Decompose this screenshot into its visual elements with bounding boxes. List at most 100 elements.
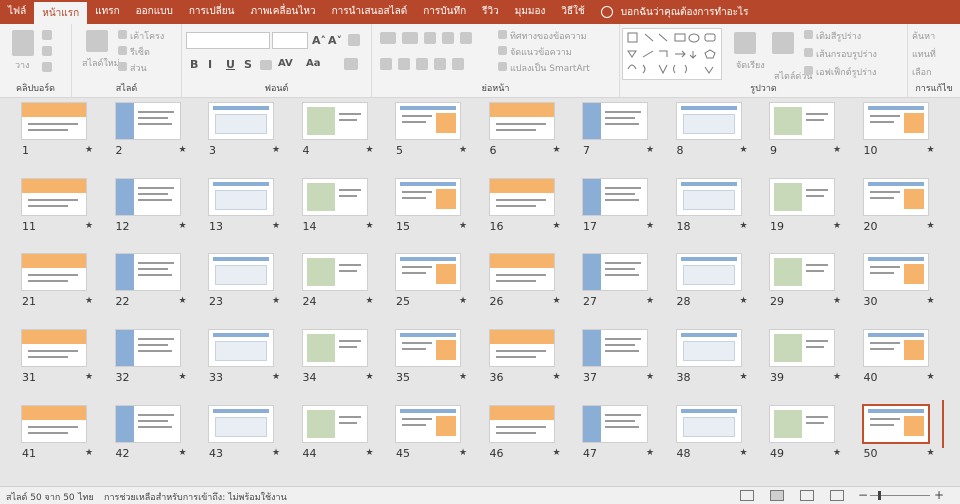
reading-view-icon[interactable] xyxy=(800,490,814,501)
slide-thumbnail[interactable] xyxy=(583,178,647,215)
transition-star-icon[interactable]: ★ xyxy=(927,221,935,231)
tab-6[interactable]: การนำเสนอสไลด์ xyxy=(324,0,416,24)
slide-thumbnail-cell[interactable]: 8 ★ xyxy=(665,97,753,167)
tab-4[interactable]: การเปลี่ยน xyxy=(181,0,243,24)
shape-fill-button[interactable]: เติมสีรูปร่าง xyxy=(816,29,861,43)
shape-outline-button[interactable]: เส้นกรอบรูปร่าง xyxy=(816,47,877,61)
section-button[interactable]: ส่วน xyxy=(130,61,147,75)
slide-thumbnail[interactable] xyxy=(489,178,554,215)
find-button[interactable]: ค้นหา xyxy=(912,29,935,43)
slide-thumbnail-cell[interactable]: 11 ★ xyxy=(10,173,98,243)
slide-thumbnail-cell[interactable]: 19 ★ xyxy=(758,173,846,243)
slide-thumbnail[interactable] xyxy=(770,254,834,291)
copy-icon[interactable] xyxy=(42,46,52,56)
slideshow-view-icon[interactable] xyxy=(830,490,844,501)
slide-thumbnail[interactable] xyxy=(583,103,647,139)
transition-star-icon[interactable]: ★ xyxy=(553,448,561,458)
slide-thumbnail-cell[interactable]: 14 ★ xyxy=(291,173,379,243)
slide-thumbnail-cell[interactable]: 49 ★ xyxy=(758,400,846,470)
slide-thumbnail-cell[interactable]: 20 ★ xyxy=(852,173,940,243)
slide-thumbnail[interactable] xyxy=(770,405,834,442)
slide-sorter-view-icon[interactable] xyxy=(770,490,784,501)
slide-thumbnail[interactable] xyxy=(209,103,273,139)
align-right-icon[interactable] xyxy=(416,58,428,70)
transition-star-icon[interactable]: ★ xyxy=(272,145,280,155)
columns-icon[interactable] xyxy=(452,58,464,70)
slide-thumbnail-cell[interactable]: 16 ★ xyxy=(478,173,566,243)
slide-thumbnail[interactable] xyxy=(583,405,647,442)
paste-button[interactable]: วาง xyxy=(15,58,30,72)
slide-thumbnail-cell[interactable]: 2 ★ xyxy=(104,97,192,167)
slide-thumbnail[interactable] xyxy=(115,405,180,442)
slide-thumbnail[interactable] xyxy=(863,178,928,215)
slide-thumbnail-cell[interactable]: 30 ★ xyxy=(852,248,940,318)
italic-button[interactable]: I xyxy=(208,58,212,71)
text-direction-button[interactable]: ทิศทางของข้อความ xyxy=(510,29,587,43)
transition-star-icon[interactable]: ★ xyxy=(833,296,841,306)
transition-star-icon[interactable]: ★ xyxy=(179,221,187,231)
transition-star-icon[interactable]: ★ xyxy=(740,448,748,458)
layout-button[interactable]: เค้าโครง xyxy=(130,29,164,43)
transition-star-icon[interactable]: ★ xyxy=(646,372,654,382)
slide-thumbnail-cell[interactable]: 3 ★ xyxy=(197,97,285,167)
slide-thumbnail[interactable] xyxy=(115,330,180,367)
transition-star-icon[interactable]: ★ xyxy=(927,448,935,458)
transition-star-icon[interactable]: ★ xyxy=(740,296,748,306)
slide-thumbnail-cell[interactable]: 40 ★ xyxy=(852,324,940,394)
slide-thumbnail-cell[interactable]: 22 ★ xyxy=(104,248,192,318)
zoom-slider-thumb[interactable] xyxy=(878,491,881,500)
slide-thumbnail-cell[interactable]: 34 ★ xyxy=(291,324,379,394)
slide-thumbnail[interactable] xyxy=(302,103,367,139)
slide-thumbnail[interactable] xyxy=(583,330,647,367)
transition-star-icon[interactable]: ★ xyxy=(459,221,467,231)
tab-3[interactable]: ออกแบบ xyxy=(128,0,181,24)
slide-thumbnail[interactable] xyxy=(489,330,554,367)
slide-thumbnail[interactable] xyxy=(396,254,460,291)
slide-thumbnail[interactable] xyxy=(115,103,180,139)
transition-star-icon[interactable]: ★ xyxy=(272,296,280,306)
slide-thumbnail-cell[interactable]: 25 ★ xyxy=(384,248,472,318)
slide-thumbnail-cell[interactable]: 4 ★ xyxy=(291,97,379,167)
slide-thumbnail-cell[interactable]: 13 ★ xyxy=(197,173,285,243)
grow-font-button[interactable]: A˄ xyxy=(312,34,326,47)
transition-star-icon[interactable]: ★ xyxy=(740,372,748,382)
slide-thumbnail[interactable] xyxy=(676,330,741,367)
shape-effects-button[interactable]: เอฟเฟ็กต์รูปร่าง xyxy=(816,65,876,79)
tab-10[interactable]: วิธีใช้ xyxy=(553,0,592,24)
font-size-combo[interactable] xyxy=(272,32,308,49)
transition-star-icon[interactable]: ★ xyxy=(179,372,187,382)
language-status[interactable]: ไทย xyxy=(78,490,94,504)
underline-button[interactable]: U xyxy=(226,58,235,71)
transition-star-icon[interactable]: ★ xyxy=(85,145,93,155)
transition-star-icon[interactable]: ★ xyxy=(740,221,748,231)
transition-star-icon[interactable]: ★ xyxy=(366,145,374,155)
transition-star-icon[interactable]: ★ xyxy=(553,221,561,231)
slide-thumbnail[interactable] xyxy=(22,405,86,442)
font-name-combo[interactable] xyxy=(186,32,270,49)
reset-button[interactable]: รีเซ็ต xyxy=(130,45,150,59)
slide-thumbnail-cell[interactable]: 23 ★ xyxy=(197,248,285,318)
slide-thumbnail-cell[interactable]: 46 ★ xyxy=(478,400,566,470)
slide-thumbnail-cell[interactable]: 26 ★ xyxy=(478,248,566,318)
slide-thumbnail[interactable] xyxy=(209,330,273,367)
slide-thumbnail-cell[interactable]: 48 ★ xyxy=(665,400,753,470)
slide-thumbnail[interactable] xyxy=(22,330,86,367)
slide-thumbnail-cell[interactable]: 5 ★ xyxy=(384,97,472,167)
transition-star-icon[interactable]: ★ xyxy=(459,296,467,306)
slide-thumbnail[interactable] xyxy=(770,178,834,215)
smartart-button[interactable]: แปลงเป็น SmartArt xyxy=(510,61,590,75)
slide-thumbnail-cell[interactable]: 1 ★ xyxy=(10,97,98,167)
transition-star-icon[interactable]: ★ xyxy=(646,145,654,155)
transition-star-icon[interactable]: ★ xyxy=(85,296,93,306)
slide-thumbnail[interactable] xyxy=(676,405,741,442)
font-color-icon[interactable] xyxy=(344,58,358,70)
transition-star-icon[interactable]: ★ xyxy=(85,448,93,458)
slide-thumbnail[interactable] xyxy=(209,405,273,442)
slide-thumbnail-cell[interactable]: 35 ★ xyxy=(384,324,472,394)
slide-thumbnail[interactable] xyxy=(396,405,460,442)
transition-star-icon[interactable]: ★ xyxy=(459,145,467,155)
slide-thumbnail[interactable] xyxy=(302,330,367,367)
slide-thumbnail-cell[interactable]: 17 ★ xyxy=(571,173,659,243)
tab-9[interactable]: มุมมอง xyxy=(507,0,554,24)
transition-star-icon[interactable]: ★ xyxy=(553,372,561,382)
